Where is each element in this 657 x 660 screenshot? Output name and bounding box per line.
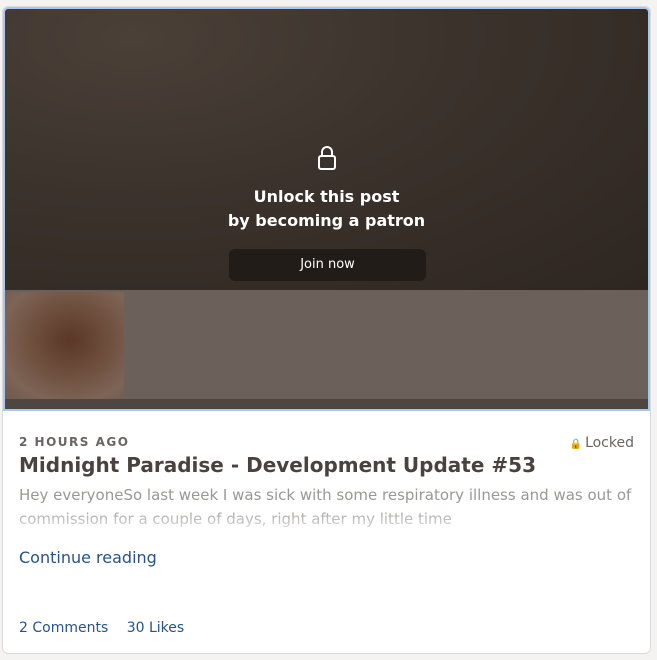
- post-stats: 2 Comments 30 Likes: [19, 620, 198, 636]
- image-gallery: [5, 290, 648, 399]
- unlock-line-2: by becoming a patron: [227, 211, 426, 230]
- post-title[interactable]: Midnight Paradise - Development Update #…: [19, 453, 536, 477]
- join-now-button[interactable]: Join now: [229, 249, 426, 281]
- locked-label: Locked: [585, 435, 634, 451]
- locked-hero-image: Unlock this post by becoming a patron Jo…: [5, 9, 648, 290]
- gallery-scrollbar[interactable]: [5, 399, 648, 409]
- post-card: Unlock this post by becoming a patron Jo…: [2, 6, 651, 654]
- comments-link[interactable]: 2 Comments: [19, 620, 108, 636]
- unlock-line-1: Unlock this post: [253, 187, 400, 206]
- unlock-message: Unlock this post by becoming a patron: [5, 185, 648, 233]
- post-timestamp: 2 HOURS AGO: [19, 435, 130, 449]
- gallery-thumbnail[interactable]: [5, 292, 124, 399]
- small-lock-icon: 🔒: [569, 439, 583, 450]
- locked-badge: 🔒 Locked: [570, 435, 634, 451]
- lock-icon: [318, 146, 336, 170]
- locked-media[interactable]: Unlock this post by becoming a patron Jo…: [3, 7, 650, 411]
- excerpt-fade: [19, 507, 634, 535]
- likes-link[interactable]: 30 Likes: [127, 620, 184, 636]
- continue-reading-link[interactable]: Continue reading: [19, 548, 157, 567]
